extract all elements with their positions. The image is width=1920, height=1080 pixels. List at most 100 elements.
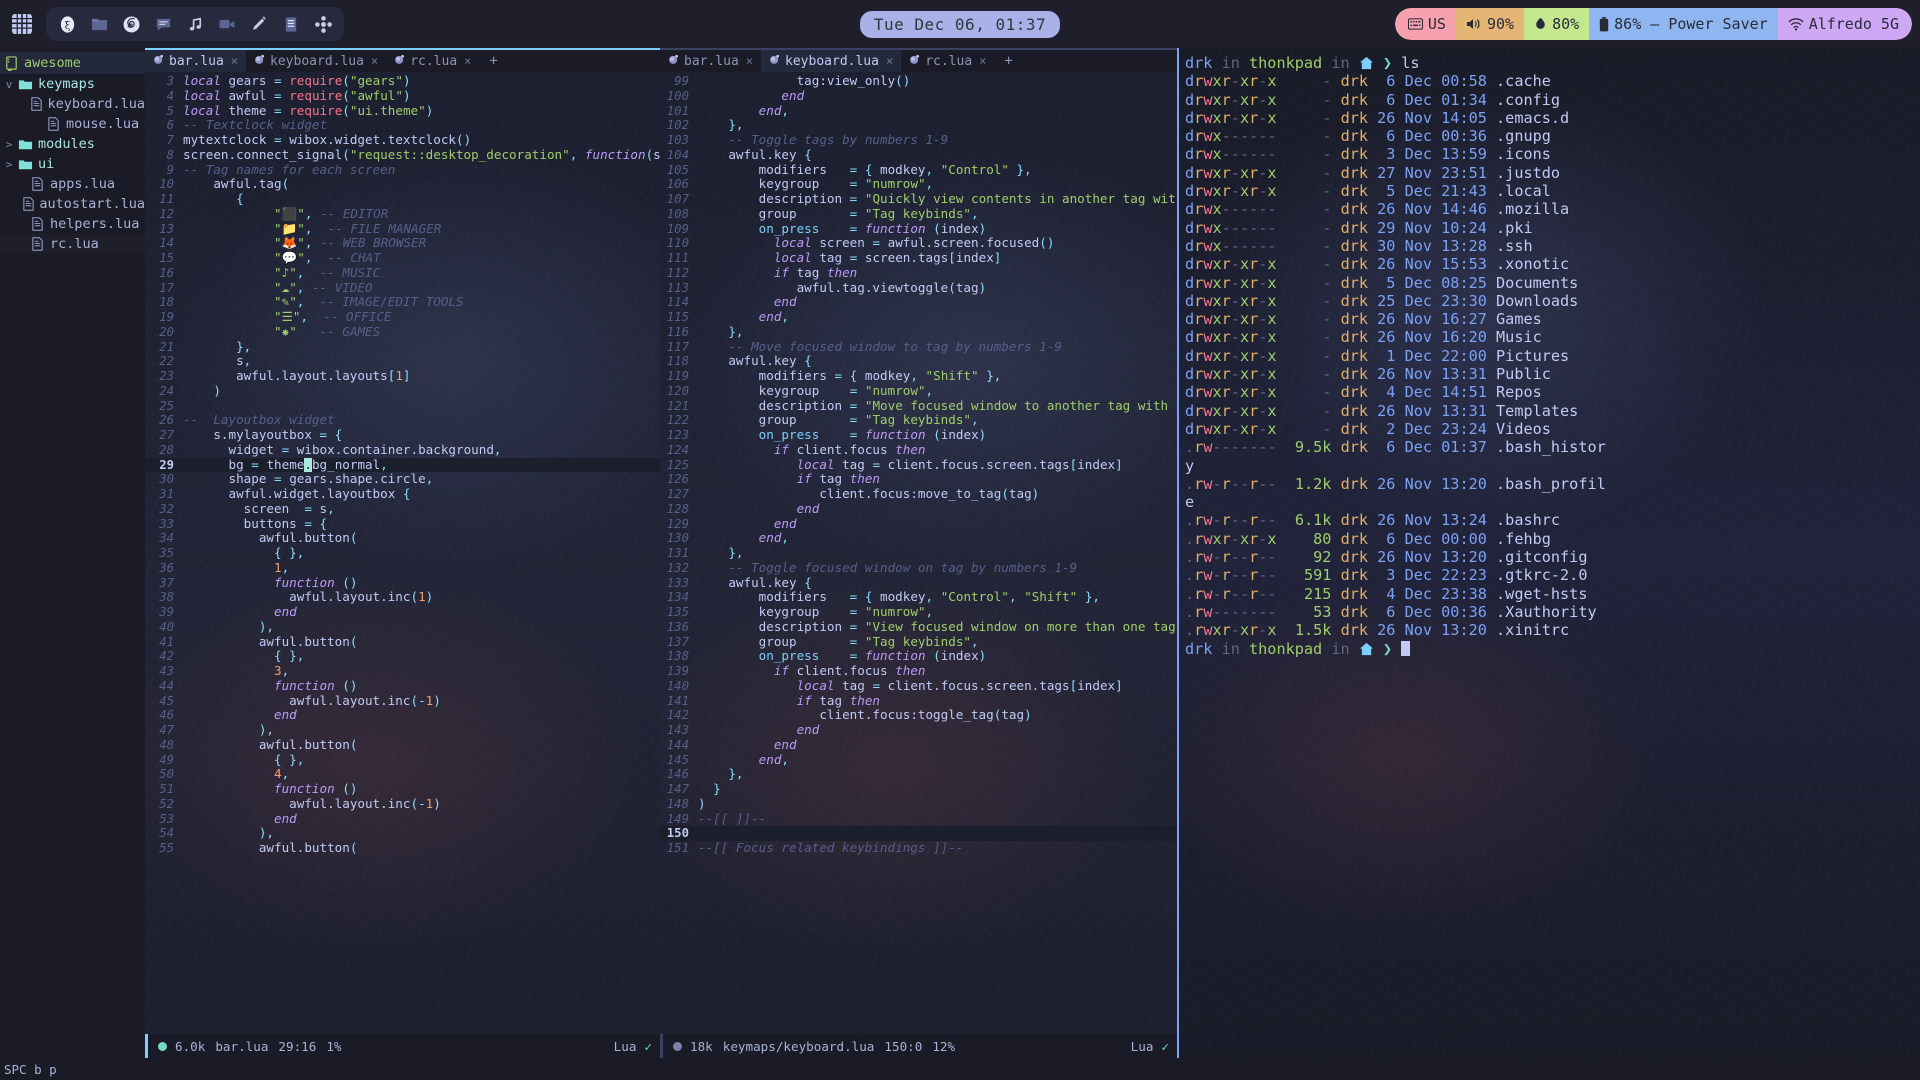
network-widget[interactable]: Alfredo 5G	[1777, 8, 1912, 40]
code-line[interactable]: 120 keygroup = "numrow",	[660, 384, 1177, 399]
code-line[interactable]: 16 "♪", -- MUSIC	[145, 266, 660, 281]
code-line[interactable]: 140 local tag = client.focus.screen.tags…	[660, 679, 1177, 694]
code-line[interactable]: 131 },	[660, 546, 1177, 561]
code-line[interactable]: 142 client.focus:toggle_tag(tag)	[660, 708, 1177, 723]
code-line[interactable]: 22 s,	[145, 354, 660, 369]
code-line[interactable]: 46 end	[145, 708, 660, 723]
keyboard-layout-widget[interactable]: US	[1394, 8, 1456, 40]
tree-item-keymaps[interactable]: v keymaps	[0, 74, 145, 94]
code-line[interactable]: 138 on_press = function (index)	[660, 649, 1177, 664]
code-line[interactable]: 17 "☁", -- VIDEO	[145, 281, 660, 296]
close-icon[interactable]: ×	[886, 54, 893, 68]
code-line[interactable]: 100 end	[660, 89, 1177, 104]
code-line[interactable]: 128 end	[660, 502, 1177, 517]
code-line[interactable]: 30 shape = gears.shape.circle,	[145, 472, 660, 487]
tree-item-rc-lua[interactable]: rc.lua	[0, 234, 145, 254]
code-line[interactable]: 116 },	[660, 325, 1177, 340]
code-line[interactable]: 27 s.mylayoutbox = {	[145, 428, 660, 443]
code-line[interactable]: 148)	[660, 797, 1177, 812]
code-line[interactable]: 26 -- Layoutbox widget	[145, 413, 660, 428]
code-line[interactable]: 52 awful.layout.inc(-1)	[145, 797, 660, 812]
language-2[interactable]: Lua	[1131, 1039, 1154, 1054]
code-line[interactable]: 32 screen = s,	[145, 502, 660, 517]
code-line[interactable]: 147 }	[660, 782, 1177, 797]
tab-keyboard-lua[interactable]: keyboard.lua ×	[246, 50, 386, 72]
code-line[interactable]: 102 },	[660, 118, 1177, 133]
code-line[interactable]: 51 function ()	[145, 782, 660, 797]
code-line[interactable]: 11 {	[145, 192, 660, 207]
code-line[interactable]: 127 client.focus:move_to_tag(tag)	[660, 487, 1177, 502]
code-line[interactable]: 149 --[[ ]]--	[660, 812, 1177, 827]
code-line[interactable]: 144 end	[660, 738, 1177, 753]
code-line[interactable]: 99 tag:view_only()	[660, 74, 1177, 89]
code-line[interactable]: 29 bg = theme.bg_normal,	[145, 457, 660, 473]
code-line[interactable]: 7 mytextclock = wibox.widget.textclock()	[145, 133, 660, 148]
code-line[interactable]: 35 { },	[145, 546, 660, 561]
code-line[interactable]: 123 on_press = function (index)	[660, 428, 1177, 443]
battery-widget[interactable]: 86% – Power Saver	[1589, 8, 1778, 40]
code-line[interactable]: 107 description = "Quickly view contents…	[660, 192, 1177, 207]
code-line[interactable]: 109 on_press = function (index)	[660, 222, 1177, 237]
code-line[interactable]: 136 description = "View focused window o…	[660, 620, 1177, 635]
code-line[interactable]: 114 end	[660, 295, 1177, 310]
code-line[interactable]: 137 group = "Tag keybinds",	[660, 635, 1177, 650]
code-line[interactable]: 129 end	[660, 517, 1177, 532]
code-line[interactable]: 43 3,	[145, 664, 660, 679]
code-line[interactable]: 33 buttons = {	[145, 517, 660, 532]
code-line[interactable]: 151 --[[ Focus related keybindings ]]--	[660, 841, 1177, 856]
close-icon[interactable]: ×	[979, 54, 986, 68]
video-camera-icon[interactable]	[212, 10, 242, 38]
code-line[interactable]: 9 -- Tag names for each screen	[145, 163, 660, 178]
code-line[interactable]: 143 end	[660, 723, 1177, 738]
code-line[interactable]: 121 description = "Move focused window t…	[660, 399, 1177, 414]
code-line[interactable]: 34 awful.button(	[145, 531, 660, 546]
brightness-widget[interactable]: 80%	[1524, 8, 1590, 40]
code-line[interactable]: 130 end,	[660, 531, 1177, 546]
code-line[interactable]: 3 local gears = require("gears")	[145, 74, 660, 89]
tree-item-helpers-lua[interactable]: helpers.lua	[0, 214, 145, 234]
code-line[interactable]: 38 awful.layout.inc(1)	[145, 590, 660, 605]
code-line[interactable]: 42 { },	[145, 649, 660, 664]
code-line[interactable]: 40 ),	[145, 620, 660, 635]
code-line[interactable]: 6 -- Textclock widget	[145, 118, 660, 133]
terminal-window[interactable]: drk in thonkpad in ❯ ls drwxr-xr-x - drk …	[1177, 48, 1920, 1058]
code-line[interactable]: 112 if tag then	[660, 266, 1177, 281]
code-line[interactable]: 103 -- Toggle tags by numbers 1-9	[660, 133, 1177, 148]
close-icon[interactable]: ×	[371, 54, 378, 68]
code-line[interactable]: 18 "✎", -- IMAGE/EDIT TOOLS	[145, 295, 660, 310]
code-line[interactable]: 113 awful.tag.viewtoggle(tag)	[660, 281, 1177, 296]
tab-bar-lua[interactable]: bar.lua ×	[145, 50, 247, 72]
code-line[interactable]: 119 modifiers = { modkey, "Shift" },	[660, 369, 1177, 384]
tree-item-apps-lua[interactable]: apps.lua	[0, 174, 145, 194]
code-line[interactable]: 135 keygroup = "numrow",	[660, 605, 1177, 620]
clock-widget[interactable]: Tue Dec 06, 01:37	[859, 10, 1061, 38]
code-line[interactable]: 45 awful.layout.inc(-1)	[145, 694, 660, 709]
tree-item-modules[interactable]: > modules	[0, 134, 145, 154]
code-line[interactable]: 134 modifiers = { modkey, "Control", "Sh…	[660, 590, 1177, 605]
code-line[interactable]: 5 local theme = require("ui.theme")	[145, 104, 660, 119]
close-icon[interactable]: ×	[231, 54, 238, 68]
folder-icon[interactable]	[84, 10, 114, 38]
code-line[interactable]: 105 modifiers = { modkey, "Control" },	[660, 163, 1177, 178]
code-line[interactable]: 21 },	[145, 340, 660, 355]
tab-keyboard-lua[interactable]: keyboard.lua ×	[761, 50, 902, 72]
tree-item-autostart-lua[interactable]: autostart.lua	[0, 194, 145, 214]
document-icon[interactable]	[276, 10, 306, 38]
editor-1-code-area[interactable]: 3 local gears = require("gears") 4 local aw…	[145, 72, 660, 1034]
code-line[interactable]: 4 local awful = require("awful")	[145, 89, 660, 104]
language-1[interactable]: Lua	[614, 1039, 637, 1054]
code-line[interactable]: 115 end,	[660, 310, 1177, 325]
code-line[interactable]: 126 if tag then	[660, 472, 1177, 487]
code-line[interactable]: 19 "☰", -- OFFICE	[145, 310, 660, 325]
code-line[interactable]: 146 },	[660, 767, 1177, 782]
code-line[interactable]: 110 local screen = awful.screen.focused(…	[660, 236, 1177, 251]
code-line[interactable]: 145 end,	[660, 753, 1177, 768]
code-line[interactable]: 48 awful.button(	[145, 738, 660, 753]
code-line[interactable]: 20 "✸" -- GAMES	[145, 325, 660, 340]
code-line[interactable]: 139 if client.focus then	[660, 664, 1177, 679]
code-line[interactable]: 41 awful.button(	[145, 635, 660, 650]
code-line[interactable]: 49 { },	[145, 753, 660, 768]
gamepad-icon[interactable]	[308, 10, 338, 38]
close-icon[interactable]: ×	[746, 54, 753, 68]
code-line[interactable]: 106 keygroup = "numrow",	[660, 177, 1177, 192]
